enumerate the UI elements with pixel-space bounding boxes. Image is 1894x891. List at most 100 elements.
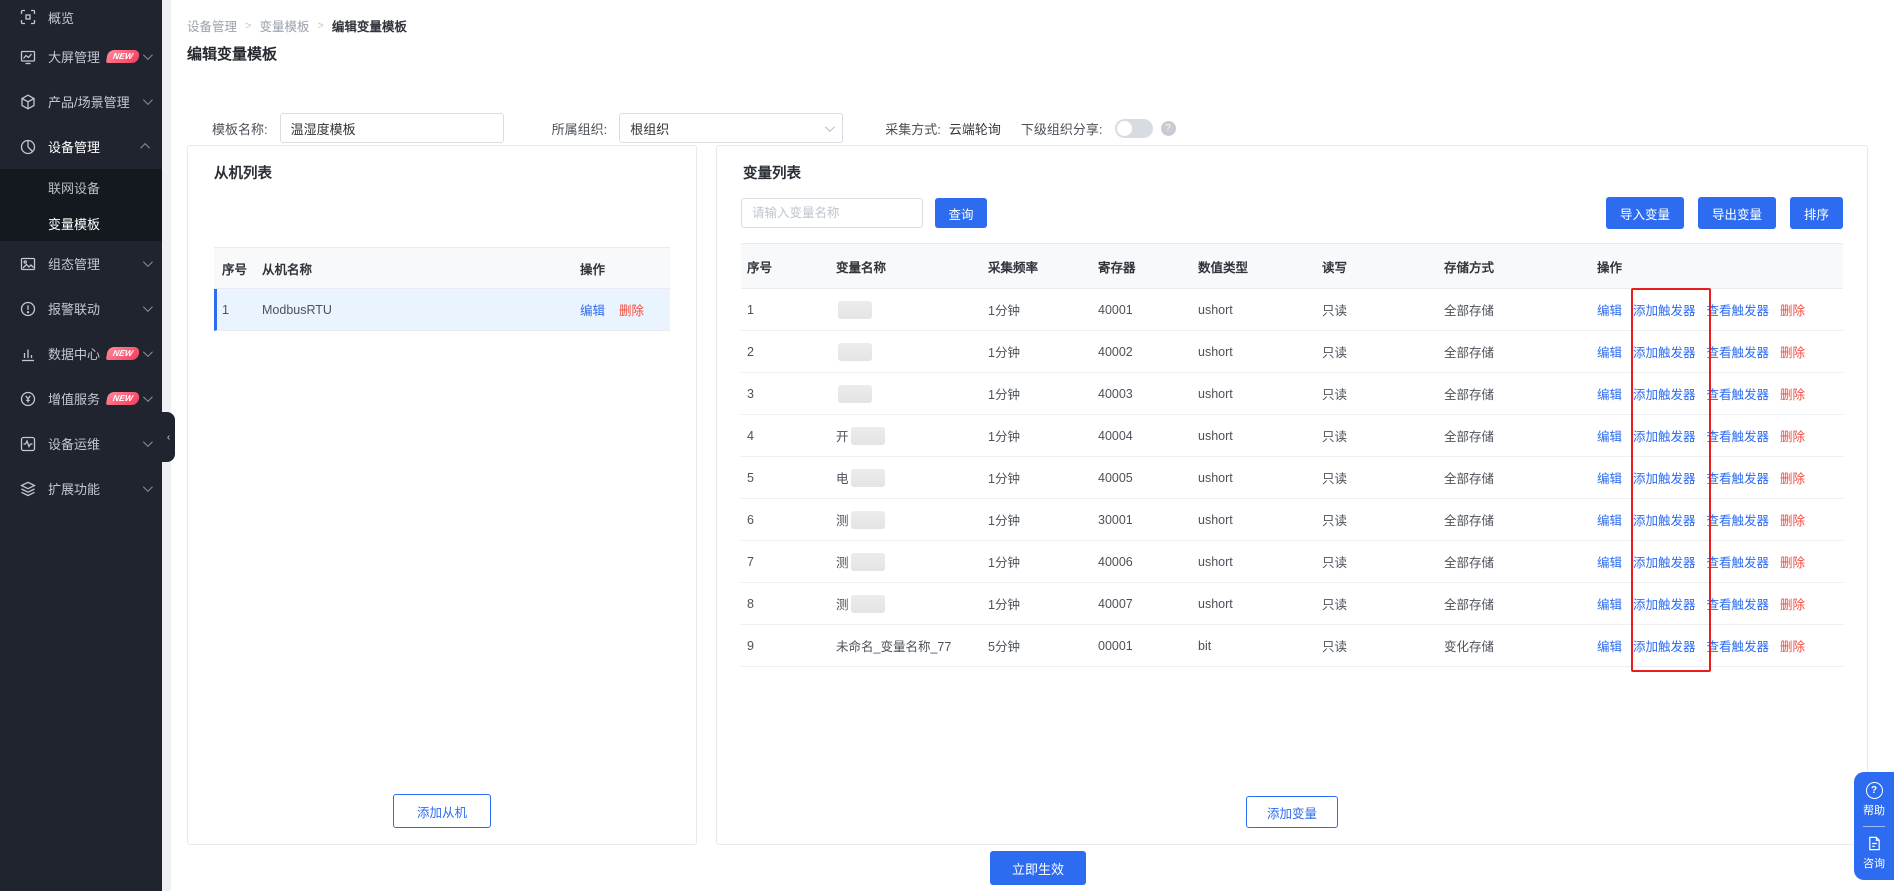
slave-list-panel: 从机列表 序号 从机名称 操作 1 ModbusRTU 编辑 删除 添加从机	[187, 145, 697, 845]
import-variables-button[interactable]: 导入变量	[1606, 197, 1684, 229]
breadcrumb-link-1[interactable]: 变量模板	[259, 16, 309, 35]
row-actions: 编辑添加触发器查看触发器删除	[1597, 468, 1843, 487]
variable-name-cell	[836, 301, 988, 319]
template-name-input[interactable]	[280, 113, 504, 143]
help-label[interactable]: 帮助	[1863, 802, 1885, 818]
sidebar-item-11[interactable]: 扩展功能	[0, 466, 162, 511]
row-actions: 编辑添加触发器查看触发器删除	[1597, 426, 1843, 445]
alarm-icon	[20, 301, 36, 317]
sidebar-item-0[interactable]: 概览	[0, 0, 162, 34]
cell-register: 40001	[1098, 303, 1198, 317]
table-row[interactable]: 1 ModbusRTU 编辑 删除	[214, 289, 670, 331]
cell-dtype: ushort	[1198, 555, 1322, 569]
consult-label[interactable]: 咨询	[1863, 855, 1885, 871]
add-trigger-link[interactable]: 添加触发器	[1633, 552, 1696, 571]
variable-col-header-2: 采集频率	[988, 257, 1098, 276]
edit-link[interactable]: 编辑	[1597, 510, 1622, 529]
question-icon[interactable]: ?	[1161, 121, 1176, 136]
view-trigger-link[interactable]: 查看触发器	[1707, 552, 1770, 571]
cell-register: 30001	[1098, 513, 1198, 527]
view-trigger-link[interactable]: 查看触发器	[1707, 300, 1770, 319]
delete-link[interactable]: 删除	[1780, 342, 1805, 361]
variable-col-header-1: 变量名称	[836, 257, 988, 276]
delete-link[interactable]: 删除	[619, 300, 644, 319]
edit-link[interactable]: 编辑	[1597, 636, 1622, 655]
add-variable-button[interactable]: 添加变量	[1246, 796, 1338, 828]
edit-link[interactable]: 编辑	[1597, 300, 1622, 319]
view-trigger-link[interactable]: 查看触发器	[1707, 510, 1770, 529]
sidebar-subitem-4[interactable]: 联网设备	[0, 169, 162, 205]
cell-index: 4	[741, 429, 836, 443]
add-trigger-link[interactable]: 添加触发器	[1633, 594, 1696, 613]
cell-index: 1	[741, 303, 836, 317]
variable-name-cell: 测	[836, 510, 988, 529]
add-trigger-link[interactable]: 添加触发器	[1633, 300, 1696, 319]
cell-register: 40006	[1098, 555, 1198, 569]
edit-link[interactable]: 编辑	[580, 300, 605, 319]
add-trigger-link[interactable]: 添加触发器	[1633, 636, 1696, 655]
delete-link[interactable]: 删除	[1780, 636, 1805, 655]
query-button[interactable]: 查询	[935, 198, 987, 228]
cell-freq: 1分钟	[988, 552, 1098, 571]
delete-link[interactable]: 删除	[1780, 468, 1805, 487]
sort-button[interactable]: 排序	[1790, 197, 1843, 229]
org-select[interactable]: 根组织	[619, 113, 843, 143]
delete-link[interactable]: 删除	[1780, 552, 1805, 571]
variable-search-input[interactable]	[741, 198, 923, 228]
view-trigger-link[interactable]: 查看触发器	[1707, 594, 1770, 613]
cell-register: 40004	[1098, 429, 1198, 443]
add-trigger-link[interactable]: 添加触发器	[1633, 342, 1696, 361]
new-badge: NEW	[106, 347, 140, 360]
sidebar-subitem-5[interactable]: 变量模板	[0, 205, 162, 241]
edit-link[interactable]: 编辑	[1597, 384, 1622, 403]
add-trigger-link[interactable]: 添加触发器	[1633, 510, 1696, 529]
view-trigger-link[interactable]: 查看触发器	[1707, 342, 1770, 361]
edit-link[interactable]: 编辑	[1597, 426, 1622, 445]
consult-doc-icon[interactable]	[1866, 835, 1883, 852]
cell-rw: 只读	[1322, 468, 1444, 487]
sidebar-item-8[interactable]: 数据中心NEW	[0, 331, 162, 376]
sidebar-item-10[interactable]: 设备运维	[0, 421, 162, 466]
cell-freq: 1分钟	[988, 384, 1098, 403]
redacted-blob	[851, 469, 885, 487]
col-slave-name: 从机名称	[262, 259, 580, 278]
cell-rw: 只读	[1322, 636, 1444, 655]
edit-link[interactable]: 编辑	[1597, 342, 1622, 361]
add-slave-button[interactable]: 添加从机	[393, 794, 491, 828]
cell-index: 3	[741, 387, 836, 401]
view-trigger-link[interactable]: 查看触发器	[1707, 468, 1770, 487]
share-toggle[interactable]	[1115, 119, 1153, 138]
add-trigger-link[interactable]: 添加触发器	[1633, 426, 1696, 445]
edit-link[interactable]: 编辑	[1597, 468, 1622, 487]
delete-link[interactable]: 删除	[1780, 300, 1805, 319]
delete-link[interactable]: 删除	[1780, 594, 1805, 613]
view-trigger-link[interactable]: 查看触发器	[1707, 636, 1770, 655]
delete-link[interactable]: 删除	[1780, 426, 1805, 445]
value-service-icon	[20, 391, 36, 407]
apply-button[interactable]: 立即生效	[990, 851, 1086, 885]
sidebar-item-9[interactable]: 增值服务NEW	[0, 376, 162, 421]
variable-col-header-5: 读写	[1322, 257, 1444, 276]
chevron-down-icon	[143, 347, 153, 357]
edit-link[interactable]: 编辑	[1597, 594, 1622, 613]
sidebar-item-3[interactable]: 设备管理	[0, 124, 162, 169]
help-icon[interactable]: ?	[1866, 782, 1883, 799]
sidebar-collapse-handle[interactable]: ‹	[162, 412, 175, 462]
sidebar-item-1[interactable]: 大屏管理NEW	[0, 34, 162, 79]
sidebar-item-2[interactable]: 产品/场景管理	[0, 79, 162, 124]
export-variables-button[interactable]: 导出变量	[1698, 197, 1776, 229]
breadcrumb-link-0[interactable]: 设备管理	[187, 16, 237, 35]
cell-rw: 只读	[1322, 510, 1444, 529]
add-trigger-link[interactable]: 添加触发器	[1633, 468, 1696, 487]
delete-link[interactable]: 删除	[1780, 510, 1805, 529]
breadcrumb-separator: >	[317, 20, 323, 32]
view-trigger-link[interactable]: 查看触发器	[1707, 384, 1770, 403]
edit-link[interactable]: 编辑	[1597, 552, 1622, 571]
view-trigger-link[interactable]: 查看触发器	[1707, 426, 1770, 445]
sidebar-item-7[interactable]: 报警联动	[0, 286, 162, 331]
add-trigger-link[interactable]: 添加触发器	[1633, 384, 1696, 403]
row-actions: 编辑添加触发器查看触发器删除	[1597, 384, 1843, 403]
delete-link[interactable]: 删除	[1780, 384, 1805, 403]
sidebar-item-6[interactable]: 组态管理	[0, 241, 162, 286]
chevron-down-icon	[143, 302, 153, 312]
